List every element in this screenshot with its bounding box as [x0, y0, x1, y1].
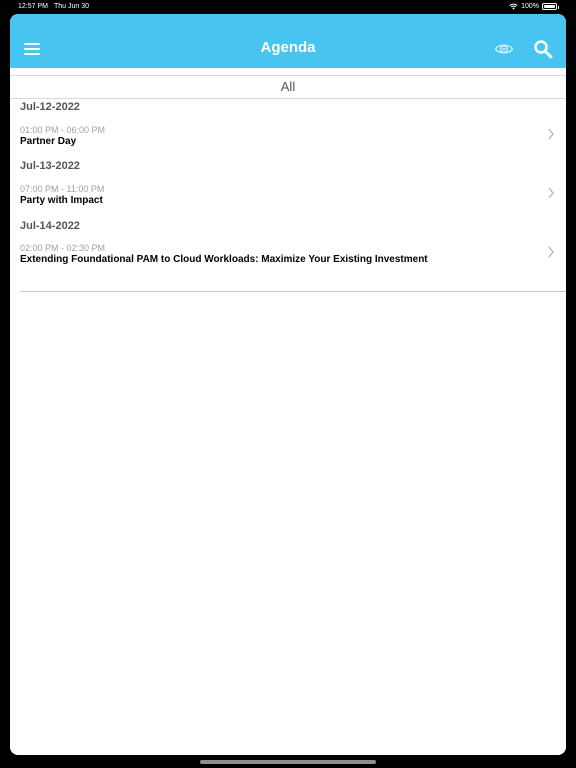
battery-icon	[542, 3, 559, 10]
filter-all-tab[interactable]: All	[10, 75, 566, 99]
agenda-item-party-with-impact[interactable]: 07:00 PM - 11:00 PM Party with Impact	[10, 184, 566, 220]
chevron-right-icon	[548, 187, 554, 199]
battery-percent: 100%	[521, 3, 539, 10]
date-header: Jul-13-2022	[20, 160, 80, 172]
status-time: 12:57 PM	[18, 3, 48, 10]
search-icon[interactable]	[533, 39, 553, 59]
session-title: Party with Impact	[20, 195, 103, 206]
status-date: Thu Jun 30	[54, 3, 90, 10]
page-title: Agenda	[260, 39, 316, 56]
home-indicator[interactable]	[200, 760, 376, 764]
chevron-right-icon	[548, 246, 554, 258]
nav-bar: Agenda	[10, 14, 566, 68]
chevron-right-icon	[548, 128, 554, 140]
status-right: 100%	[509, 3, 559, 10]
eye-icon[interactable]	[494, 41, 514, 57]
date-header: Jul-12-2022	[20, 101, 80, 113]
session-title: Partner Day	[20, 136, 77, 147]
agenda-item-extending-pam[interactable]: 02:00 PM - 02:30 PM Extending Foundation…	[10, 243, 566, 279]
session-time: 01:00 PM - 06:00 PM	[20, 125, 106, 135]
date-header: Jul-14-2022	[20, 220, 80, 232]
wifi-icon	[509, 3, 518, 10]
session-title: Extending Foundational PAM to Cloud Work…	[20, 254, 428, 265]
list-divider	[20, 291, 566, 292]
session-time: 02:00 PM - 02:30 PM	[20, 243, 106, 253]
agenda-item-partner-day[interactable]: 01:00 PM - 06:00 PM Partner Day	[10, 125, 566, 161]
status-bar: 12:57 PM Thu Jun 30 100%	[0, 0, 576, 14]
app-screen: Agenda All Jul-12-2022 01:00 PM - 06:00 …	[10, 14, 566, 755]
session-time: 07:00 PM - 11:00 PM	[20, 184, 105, 194]
